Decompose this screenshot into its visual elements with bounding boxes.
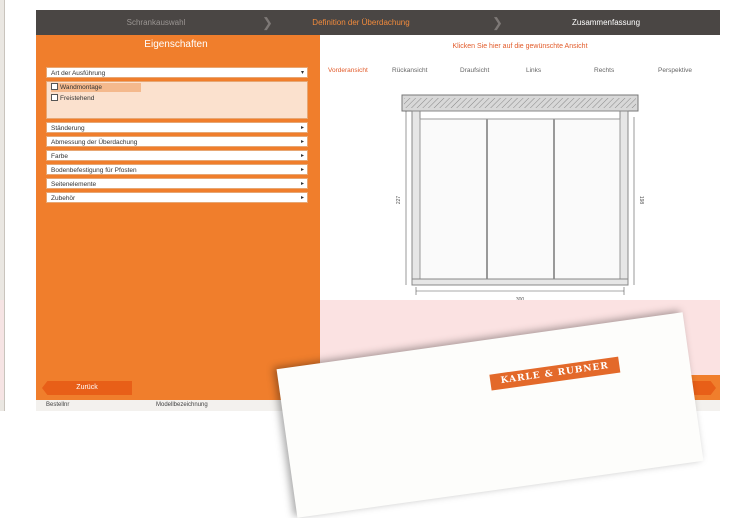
brand-logo: KARLE & RUBNER xyxy=(489,356,621,391)
section-label: Farbe xyxy=(51,153,68,160)
section-label: Seitenelemente xyxy=(51,181,97,188)
properties-accordion: Art der Ausführung ▾ Wandmontage Freisteh… xyxy=(46,67,308,206)
post-right xyxy=(619,110,629,286)
radio-icon xyxy=(51,83,58,90)
section-label: Bodenbefestigung für Pfosten xyxy=(51,167,137,174)
arrow-icon: ▸ xyxy=(300,167,304,173)
post-left xyxy=(411,110,421,286)
step-bar: Schrankauswahl ❯ Definition der Überdach… xyxy=(36,10,720,35)
section-label: Art der Ausführung xyxy=(51,70,106,77)
height-right-dimension: 198 xyxy=(638,196,644,205)
step-1[interactable]: Schrankauswahl xyxy=(36,10,276,35)
section-farbe[interactable]: Farbe ▸ xyxy=(46,150,308,161)
chevron-right-icon: ❯ xyxy=(492,15,503,30)
arrow-icon: ▸ xyxy=(300,195,304,201)
left-edge-pink xyxy=(0,300,4,400)
footer-col-1: Bestellnr xyxy=(46,402,70,408)
roof-hatch xyxy=(404,98,636,108)
sidebar-title: Eigenschaften xyxy=(144,39,208,50)
glass-area xyxy=(419,118,621,280)
footer-col-2: Modellbezeichnung xyxy=(156,402,208,408)
width-dimension: 300 xyxy=(516,297,525,300)
section-zubehoer[interactable]: Zubehör ▸ xyxy=(46,192,308,203)
arrow-icon: ▸ xyxy=(300,153,304,159)
left-edge xyxy=(0,0,5,411)
section-label: Zubehör xyxy=(51,195,76,202)
option-wandmontage[interactable]: Wandmontage xyxy=(51,83,141,92)
section-abmessung[interactable]: Abmessung der Überdachung ▸ xyxy=(46,136,308,147)
chevron-right-icon: ❯ xyxy=(262,15,273,30)
height-left-dimension: 227 xyxy=(396,196,402,205)
section-seitenelemente[interactable]: Seitenelemente ▸ xyxy=(46,178,308,189)
step-2[interactable]: Definition der Überdachung xyxy=(276,10,446,35)
arrow-icon: ▾ xyxy=(300,70,304,76)
bottom-rail xyxy=(411,278,629,286)
ausfuehrung-options: Wandmontage Freistehend xyxy=(46,81,308,119)
arrow-icon: ▸ xyxy=(300,139,304,145)
arrow-icon: ▸ xyxy=(300,181,304,187)
option-freistehend[interactable]: Freistehend xyxy=(51,94,94,103)
section-label: Abmessung der Überdachung xyxy=(51,139,138,146)
back-button[interactable]: Zurück xyxy=(42,381,132,395)
step-3[interactable]: Zusammenfassung xyxy=(536,10,676,35)
radio-icon xyxy=(51,94,58,101)
arrow-icon: ▸ xyxy=(300,125,304,131)
carport-front-drawing: 300 227 198 xyxy=(396,94,644,300)
section-label: Ständerung xyxy=(51,125,85,132)
section-staenderung[interactable]: Ständerung ▸ xyxy=(46,122,308,133)
section-bodenbefestigung[interactable]: Bodenbefestigung für Pfosten ▸ xyxy=(46,164,308,175)
section-ausfuehrung[interactable]: Art der Ausführung ▾ xyxy=(46,67,308,78)
